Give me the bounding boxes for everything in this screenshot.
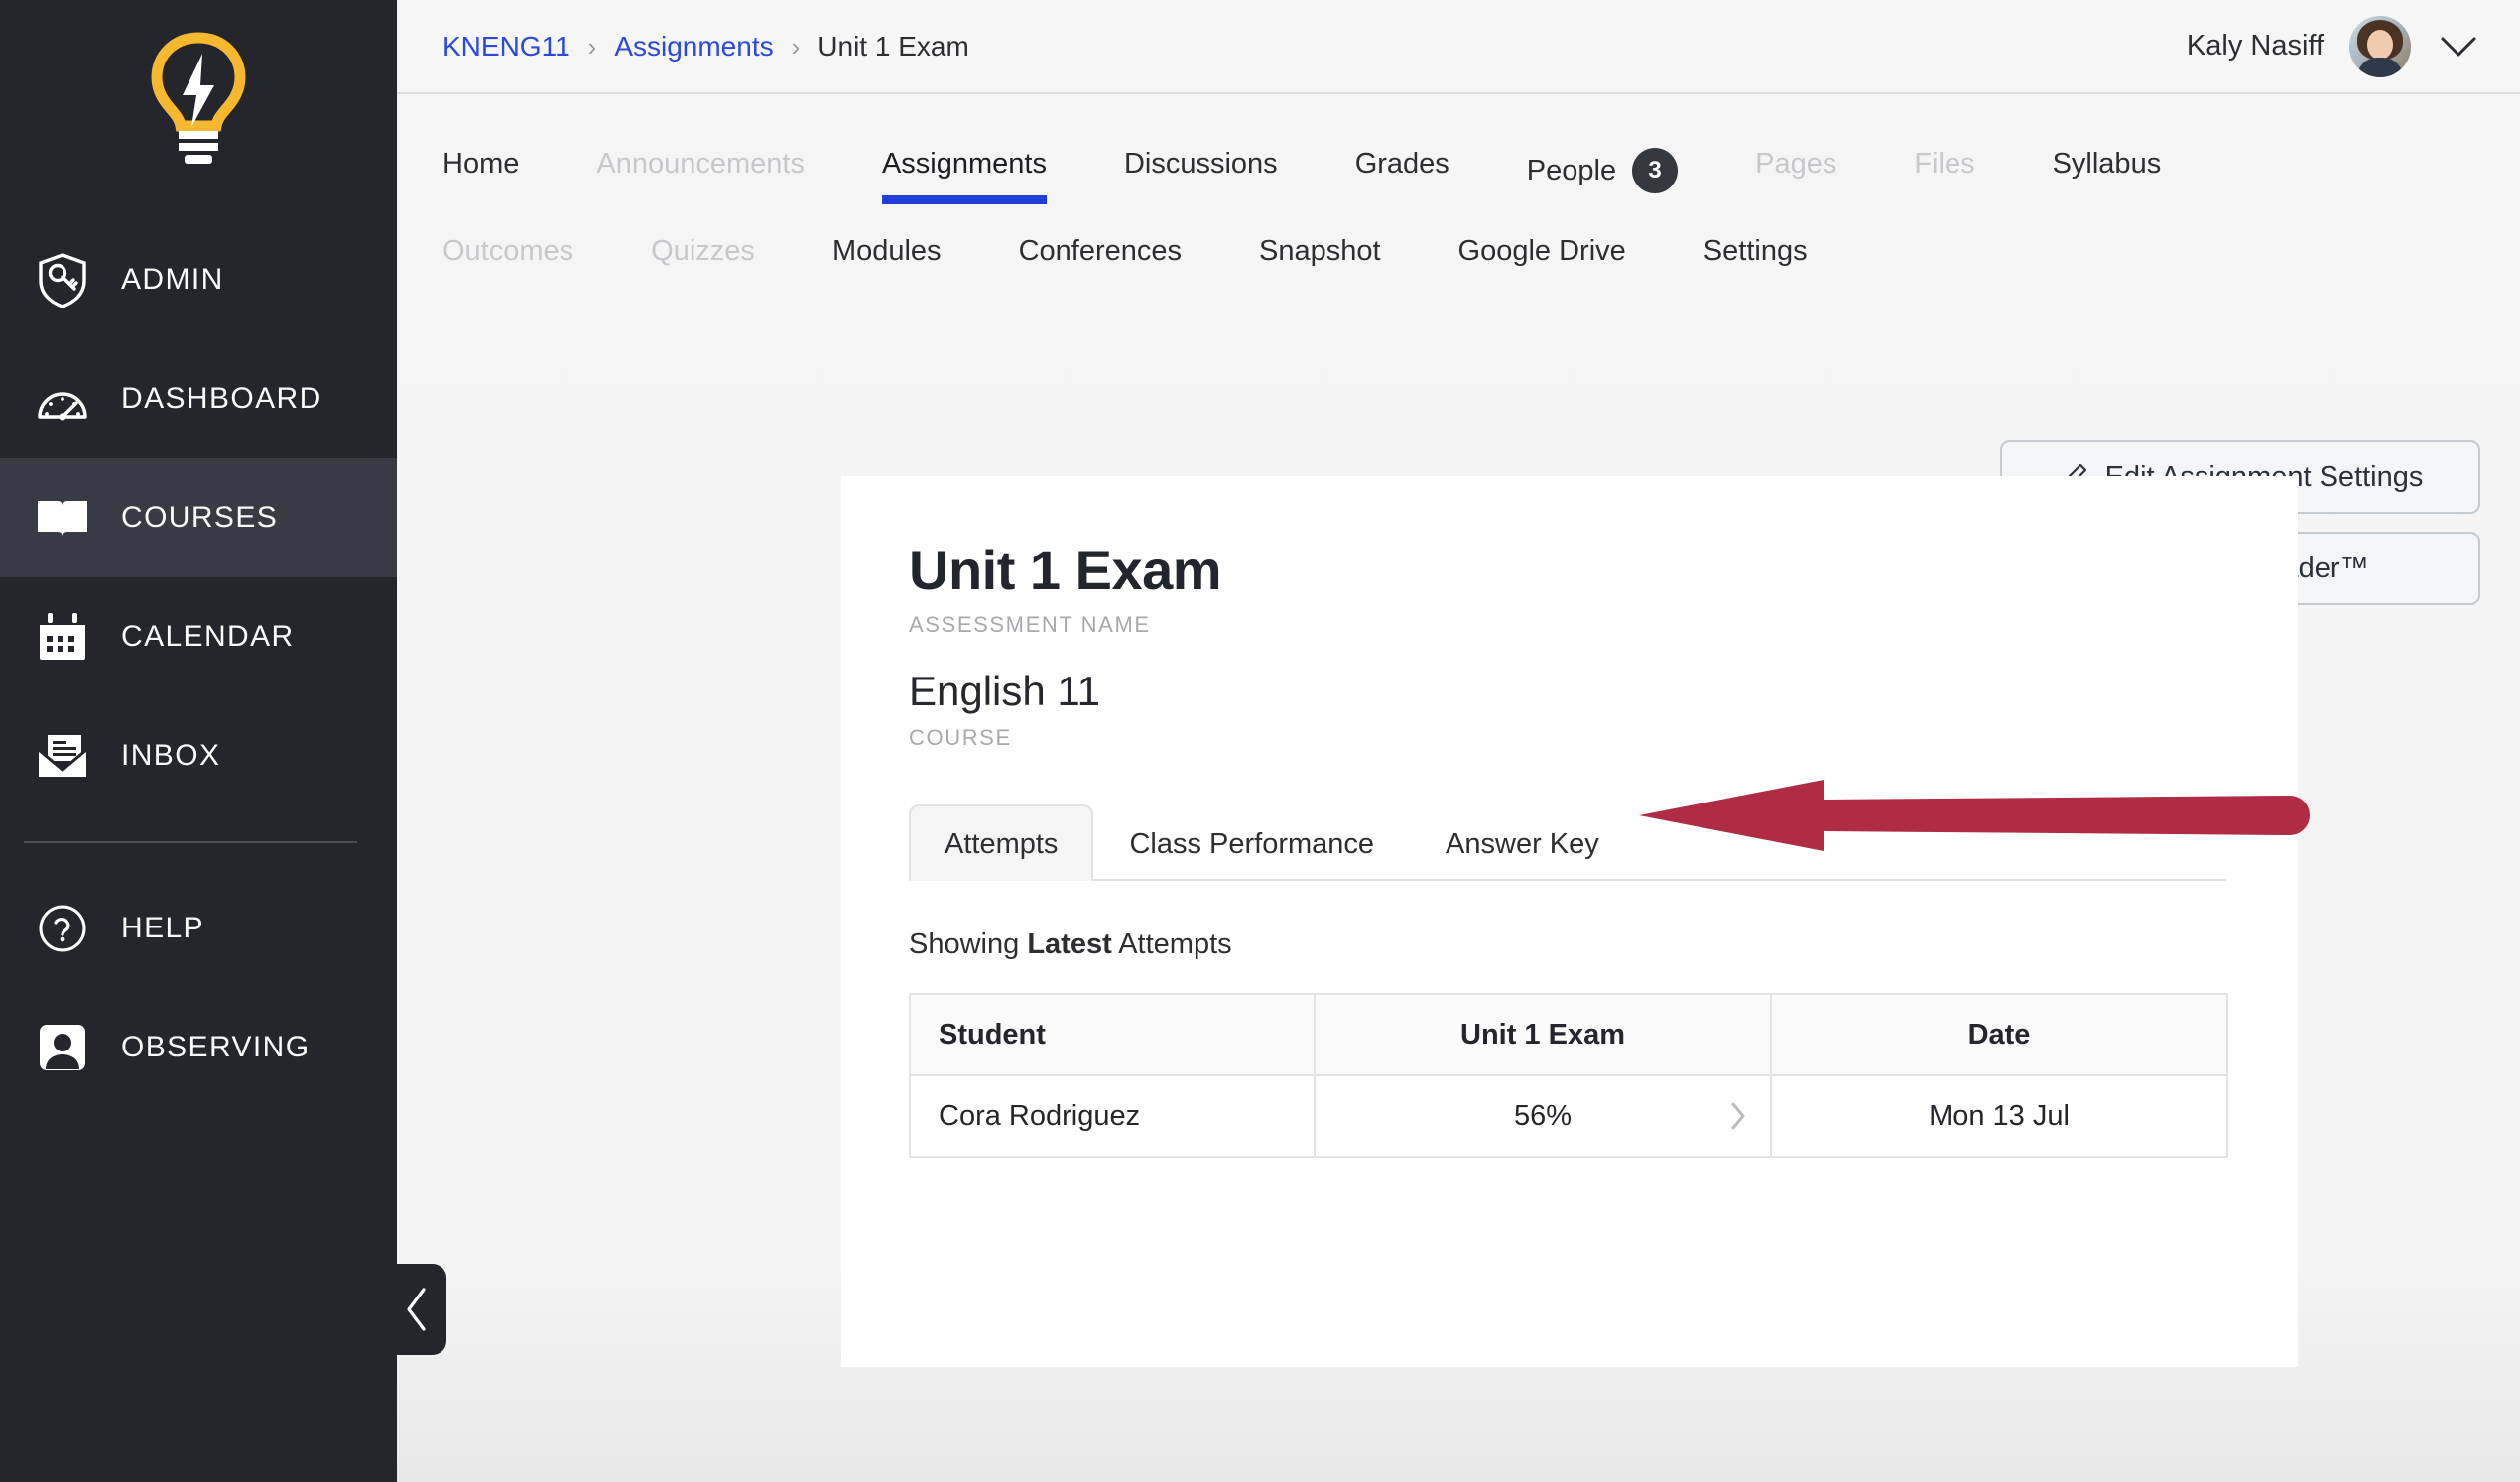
- cell-date: Mon 13 Jul: [1770, 1074, 2228, 1158]
- sidebar-item-label: CALENDAR: [121, 620, 295, 653]
- sidebar-item-label: HELP: [121, 912, 204, 944]
- assessment-tabs: Attempts Class Performance Answer Key: [909, 803, 2226, 881]
- avatar[interactable]: [2349, 15, 2411, 77]
- tab-attempts[interactable]: Attempts: [909, 804, 1094, 881]
- assessment-name-label: ASSESSMENT NAME: [909, 612, 1151, 637]
- breadcrumb: KNENG11 › Assignments › Unit 1 Exam: [442, 31, 969, 62]
- page-title: Unit 1 Exam: [909, 539, 1222, 601]
- attempts-table: Student Unit 1 Exam Date Cora Rodriguez …: [909, 993, 2228, 1158]
- tab-google-drive[interactable]: Google Drive: [1458, 223, 1626, 286]
- person-badge-icon: [34, 1019, 91, 1076]
- course-name: English 11: [909, 668, 1101, 714]
- top-bar: KNENG11 › Assignments › Unit 1 Exam Kaly…: [397, 0, 2520, 94]
- lightbulb-icon: [151, 32, 246, 164]
- showing-attempts-label: Showing Latest Attempts: [909, 928, 2298, 961]
- tab-outcomes: Outcomes: [442, 235, 574, 267]
- sidebar-item-dashboard[interactable]: DASHBOARD: [0, 339, 397, 458]
- user-name: Kaly Nasiff: [2186, 30, 2324, 62]
- sidebar-item-help[interactable]: HELP: [0, 869, 397, 988]
- column-header-score: Unit 1 Exam: [1314, 993, 1772, 1076]
- tab-people[interactable]: People 3: [1526, 136, 1679, 211]
- breadcrumb-item-assignments[interactable]: Assignments: [614, 31, 773, 62]
- table-body: Cora Rodriguez 56% Mon 13 Jul: [909, 1074, 2228, 1158]
- tab-modules[interactable]: Modules: [832, 223, 942, 286]
- table-header-row: Student Unit 1 Exam Date: [909, 993, 2228, 1076]
- envelope-icon: [34, 727, 91, 785]
- tab-class-performance[interactable]: Class Performance: [1093, 804, 1410, 881]
- sidebar-item-label: OBSERVING: [121, 1031, 311, 1063]
- tab-files: Files: [1914, 148, 1975, 180]
- sidebar-item-label: COURSES: [121, 501, 279, 534]
- tab-settings[interactable]: Settings: [1703, 223, 1808, 286]
- chevron-right-icon[interactable]: [1728, 1100, 1748, 1132]
- sidebar-item-observing[interactable]: OBSERVING: [0, 988, 397, 1107]
- tab-assignments[interactable]: Assignments: [881, 136, 1047, 204]
- breadcrumb-item-course[interactable]: KNENG11: [442, 31, 570, 62]
- tab-conferences[interactable]: Conferences: [1019, 223, 1182, 286]
- app-logo[interactable]: [0, 0, 397, 198]
- sidebar-item-label: DASHBOARD: [121, 382, 322, 415]
- open-book-icon: [34, 489, 91, 547]
- tab-syllabus[interactable]: Syllabus: [2053, 136, 2162, 198]
- sidebar-divider: [24, 841, 357, 843]
- breadcrumb-separator: ›: [587, 31, 597, 62]
- tab-grades[interactable]: Grades: [1355, 136, 1449, 198]
- sidebar-nav: ADMIN DASHBOARD COURSES CALENDAR INBOX H…: [0, 220, 397, 1107]
- tab-quizzes: Quizzes: [651, 235, 755, 267]
- table-header: Student Unit 1 Exam Date: [909, 993, 2228, 1076]
- column-header-date: Date: [1770, 993, 2228, 1076]
- global-sidebar: ADMIN DASHBOARD COURSES CALENDAR INBOX H…: [0, 0, 446, 1482]
- calendar-icon: [34, 608, 91, 666]
- cell-student-name: Cora Rodriguez: [909, 1074, 1316, 1158]
- main-region: KNENG11 › Assignments › Unit 1 Exam Kaly…: [397, 0, 2520, 1482]
- breadcrumb-separator: ›: [791, 31, 801, 62]
- course-label: COURSE: [909, 725, 1012, 750]
- cell-score[interactable]: 56%: [1314, 1074, 1772, 1158]
- people-count-badge: 3: [1632, 148, 1679, 193]
- tab-discussions[interactable]: Discussions: [1124, 136, 1278, 198]
- shield-key-icon: [34, 251, 91, 309]
- sidebar-item-courses[interactable]: COURSES: [0, 458, 397, 577]
- speedometer-icon: [34, 370, 91, 428]
- course-nav-row-1: Home Announcements Assignments Discussio…: [442, 136, 2520, 211]
- tab-people-label: People: [1526, 154, 1617, 186]
- tab-snapshot[interactable]: Snapshot: [1259, 223, 1381, 286]
- showing-prefix: Showing: [909, 928, 1020, 960]
- tab-home[interactable]: Home: [442, 136, 519, 198]
- tab-pages: Pages: [1755, 148, 1837, 180]
- course-nav: Home Announcements Assignments Discussio…: [397, 94, 2520, 286]
- tab-answer-key[interactable]: Answer Key: [1410, 804, 1635, 881]
- sidebar-item-inbox[interactable]: INBOX: [0, 696, 397, 815]
- course-nav-row-2: Outcomes Quizzes Modules Conferences Sna…: [442, 223, 2520, 286]
- assessment-card: Unit 1 Exam ASSESSMENT NAME English 11 C…: [841, 476, 2298, 1367]
- sidebar-item-label: INBOX: [121, 739, 221, 772]
- chevron-down-icon[interactable]: [2437, 25, 2480, 68]
- sidebar-item-admin[interactable]: ADMIN: [0, 220, 397, 339]
- question-circle-icon: [34, 900, 91, 957]
- table-row[interactable]: Cora Rodriguez 56% Mon 13 Jul: [909, 1074, 2228, 1158]
- column-header-student: Student: [909, 993, 1316, 1076]
- cell-score-value: 56%: [1513, 1099, 1573, 1132]
- showing-emphasis: Latest: [1027, 928, 1112, 960]
- app-root: ADMIN DASHBOARD COURSES CALENDAR INBOX H…: [0, 0, 2520, 1482]
- sidebar-item-calendar[interactable]: CALENDAR: [0, 577, 397, 696]
- breadcrumb-item-current: Unit 1 Exam: [818, 30, 969, 62]
- tab-announcements: Announcements: [596, 148, 805, 180]
- showing-suffix: Attempts: [1118, 928, 1232, 960]
- user-menu[interactable]: Kaly Nasiff: [2186, 15, 2480, 77]
- sidebar-item-label: ADMIN: [121, 263, 224, 296]
